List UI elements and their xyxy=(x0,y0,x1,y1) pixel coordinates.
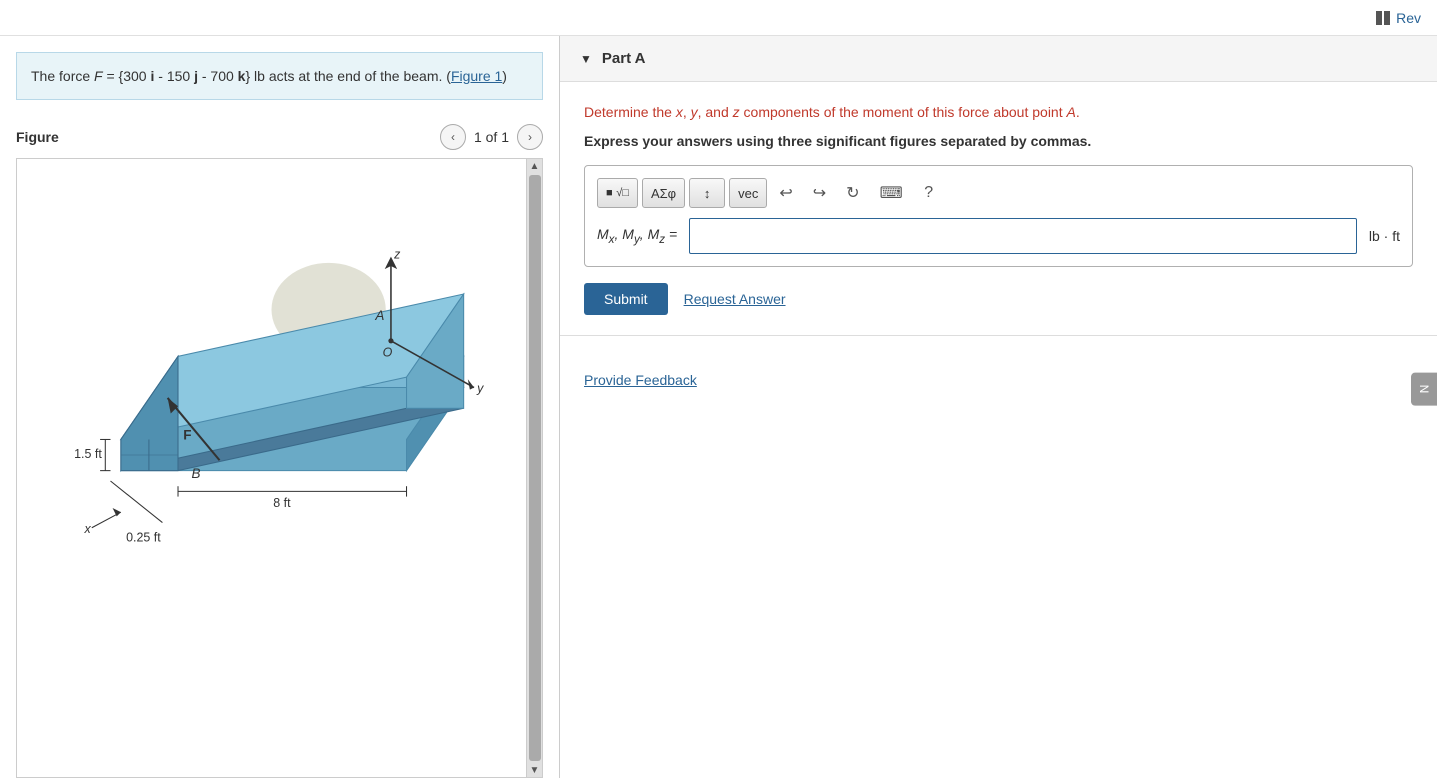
svg-text:1.5 ft: 1.5 ft xyxy=(74,448,102,462)
svg-text:0.25 ft: 0.25 ft xyxy=(126,531,161,545)
svg-text:B: B xyxy=(192,466,201,481)
problem-statement: The force F = {300 i - 150 j - 700 k} lb… xyxy=(16,52,543,100)
part-header[interactable]: ▼ Part A xyxy=(560,36,1437,82)
figure-next-button[interactable]: › xyxy=(517,124,543,150)
left-panel: The force F = {300 i - 150 j - 700 k} lb… xyxy=(0,36,560,778)
svg-text:F: F xyxy=(183,428,191,443)
figure-nav: ‹ 1 of 1 › xyxy=(440,124,543,150)
answer-row: Mx, My, Mz = lb · ft xyxy=(597,218,1400,254)
top-bar: Rev xyxy=(0,0,1437,36)
main-layout: The force F = {300 i - 150 j - 700 k} lb… xyxy=(0,36,1437,778)
scroll-up-arrow[interactable]: ▲ xyxy=(528,159,542,173)
svg-text:x: x xyxy=(84,522,92,536)
toolbar-arrows-btn[interactable]: ↕ xyxy=(689,178,725,208)
svg-text:A: A xyxy=(374,308,384,323)
toolbar-keyboard-btn[interactable]: ⌨ xyxy=(872,178,911,208)
figure-area: Figure ‹ 1 of 1 › xyxy=(0,116,559,778)
answer-label: Mx, My, Mz = xyxy=(597,226,677,246)
problem-text: The force F = {300 i - 150 j - 700 k} lb… xyxy=(31,68,507,84)
figure-svg: z y A O F B xyxy=(17,159,526,554)
svg-text:y: y xyxy=(476,382,484,396)
figure-count: 1 of 1 xyxy=(474,129,509,145)
svg-text:O: O xyxy=(383,346,393,360)
toolbar-matrix-btn[interactable]: ■ √□ xyxy=(597,178,638,208)
svg-text:8 ft: 8 ft xyxy=(273,496,291,510)
feedback-section: Provide Feedback xyxy=(560,336,1437,404)
figure-header: Figure ‹ 1 of 1 › xyxy=(16,116,543,159)
math-toolbar: ■ √□ ΑΣφ ↕ vec ↩ ↪ ↻ ⌨ ? xyxy=(597,178,1400,208)
rev-label: Rev xyxy=(1396,10,1421,26)
side-tab[interactable]: N xyxy=(1411,373,1437,406)
figure-image-container: z y A O F B xyxy=(16,159,543,778)
figure-title: Figure xyxy=(16,129,59,145)
toolbar-refresh-btn[interactable]: ↻ xyxy=(838,178,867,208)
rev-button[interactable]: Rev xyxy=(1376,10,1421,26)
figure-prev-button[interactable]: ‹ xyxy=(440,124,466,150)
svg-text:z: z xyxy=(393,248,401,262)
figure-scrollbar[interactable]: ▲ ▼ xyxy=(526,159,542,777)
scroll-down-arrow[interactable]: ▼ xyxy=(528,763,542,777)
toolbar-redo-btn[interactable]: ↪ xyxy=(805,178,834,208)
submit-button[interactable]: Submit xyxy=(584,283,668,315)
rev-icon xyxy=(1376,11,1390,25)
part-section: ▼ Part A Determine the x, y, and z compo… xyxy=(560,36,1437,336)
question-instruction: Express your answers using three signifi… xyxy=(584,133,1413,149)
answer-input[interactable] xyxy=(689,218,1357,254)
answer-box: ■ √□ ΑΣφ ↕ vec ↩ ↪ ↻ ⌨ ? Mx, M xyxy=(584,165,1413,267)
toolbar-help-btn[interactable]: ? xyxy=(915,178,943,208)
provide-feedback-link[interactable]: Provide Feedback xyxy=(584,372,697,388)
question-text: Determine the x, y, and z components of … xyxy=(584,102,1413,123)
part-title: Part A xyxy=(602,50,646,67)
scroll-thumb[interactable] xyxy=(529,175,541,761)
part-collapse-arrow: ▼ xyxy=(580,52,592,66)
toolbar-vec-btn[interactable]: vec xyxy=(729,178,767,208)
action-row: Submit Request Answer xyxy=(584,283,1413,315)
answer-unit: lb · ft xyxy=(1369,228,1400,244)
right-panel: ▼ Part A Determine the x, y, and z compo… xyxy=(560,36,1437,778)
toolbar-undo-btn[interactable]: ↩ xyxy=(771,178,800,208)
part-body: Determine the x, y, and z components of … xyxy=(560,82,1437,335)
toolbar-sigma-btn[interactable]: ΑΣφ xyxy=(642,178,685,208)
request-answer-link[interactable]: Request Answer xyxy=(684,291,786,307)
figure-link[interactable]: Figure 1 xyxy=(451,68,502,84)
